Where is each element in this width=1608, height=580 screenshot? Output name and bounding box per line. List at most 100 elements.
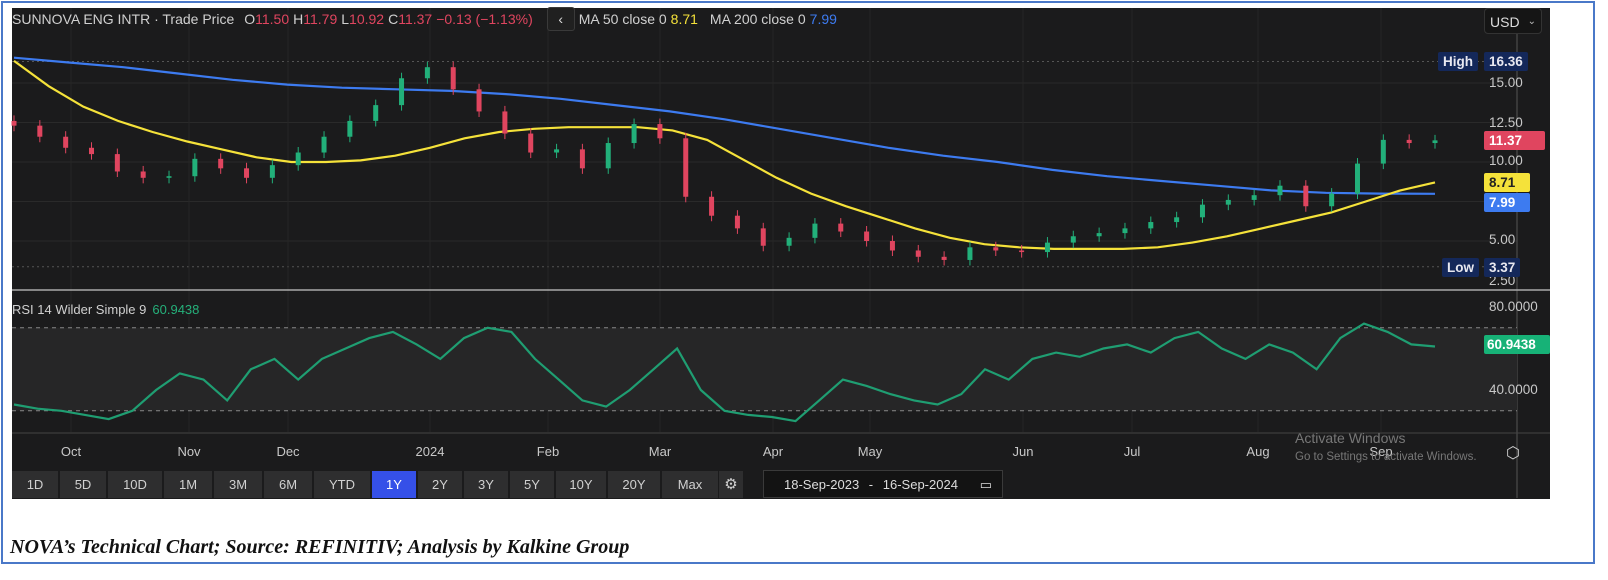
ma200-value: 7.99 [809, 11, 837, 27]
candle-body [218, 158, 224, 169]
time-tick: Jun [1012, 444, 1034, 459]
candle-body [1251, 195, 1257, 200]
time-tick: Feb [536, 444, 560, 459]
price-tick: 10.00 [1489, 153, 1523, 168]
candle-body [1044, 242, 1050, 253]
high-tag-value: 16.36 [1484, 52, 1528, 71]
range-button-1y[interactable]: 1Y [372, 471, 416, 498]
candle-body [89, 147, 95, 155]
ma50-line [13, 60, 1436, 250]
candle-body [476, 89, 482, 112]
rsi-label: RSI 14 Wilder Simple 9 [12, 302, 147, 317]
candle-body [1380, 139, 1386, 164]
candle-body [1096, 233, 1102, 237]
range-button-1d[interactable]: 1D [12, 471, 58, 498]
candle-body [1329, 193, 1335, 207]
candle-body [166, 176, 172, 178]
ma200-line [13, 56, 1436, 195]
candle-body [424, 67, 430, 79]
ma200-tag: 7.99 [1484, 193, 1530, 212]
change-value: −0.13 (−1.13%) [436, 11, 533, 27]
time-tick: Dec [276, 444, 300, 459]
time-tick: Jul [1123, 444, 1141, 459]
rsi-band [12, 327, 1517, 411]
candle-body [1019, 250, 1025, 253]
date-from: 18-Sep-2023 [784, 477, 860, 492]
gear-icon[interactable]: ⚙ [719, 471, 743, 498]
candle-body [941, 256, 947, 260]
figure-caption: NOVA’s Technical Chart; Source: REFINITI… [10, 536, 630, 558]
currency-select[interactable]: USD ⌄ [1484, 8, 1542, 34]
candle-body [1277, 185, 1283, 196]
candle-body [269, 165, 275, 178]
time-tick: May [857, 444, 883, 459]
low-label: L [341, 11, 350, 27]
date-to: 16-Sep-2024 [882, 477, 958, 492]
candle-body [709, 196, 715, 216]
candle-body [864, 231, 870, 241]
candle-body [605, 143, 611, 169]
candle-body [502, 111, 508, 134]
candle-body [967, 247, 973, 260]
candle-body [1406, 139, 1412, 144]
candle-body [734, 215, 740, 229]
candle-body [1070, 236, 1076, 243]
settings-icon[interactable]: ⬡ [1506, 443, 1520, 463]
candle-body [192, 158, 198, 177]
range-button-6m[interactable]: 6M [264, 471, 312, 498]
candle-body [760, 228, 766, 246]
candle-body [373, 105, 379, 121]
candle-body [244, 168, 250, 178]
ma50-value: 8.71 [670, 11, 698, 27]
candle-body [1148, 222, 1154, 229]
range-button-20y[interactable]: 20Y [608, 471, 660, 498]
candle-body [915, 250, 921, 257]
candle-body [114, 154, 120, 172]
watermark-subtitle: Go to Settings to activate Windows. [1295, 451, 1477, 463]
price-tick: 12.50 [1489, 115, 1523, 130]
time-tick: Oct [60, 444, 82, 459]
rsi-tick: 80.0000 [1489, 299, 1538, 314]
calendar-icon: ▭ [979, 477, 992, 492]
ma200-label: MA 200 close 0 [709, 11, 806, 27]
time-tick: Apr [762, 444, 784, 459]
close-value: 11.37 [398, 11, 433, 27]
rsi-value: 60.9438 [152, 302, 200, 317]
candle-body [1303, 185, 1309, 207]
range-button-2y[interactable]: 2Y [418, 471, 462, 498]
rsi-value-tag: 60.9438 [1484, 335, 1550, 354]
range-button-1m[interactable]: 1M [164, 471, 212, 498]
chevron-down-icon: ⌄ [1527, 16, 1536, 27]
candle-body [11, 120, 17, 126]
date-range-picker[interactable]: 18-Sep-2023 - 16-Sep-2024 ▭ [763, 470, 1003, 498]
candle-body [63, 136, 69, 148]
range-button-ytd[interactable]: YTD [314, 471, 370, 498]
ma50-label: MA 50 close 0 [578, 11, 667, 27]
candle-body [37, 125, 43, 137]
price-legend: SUNNOVA ENG INTR · Trade Price O 11.50 H1… [12, 7, 841, 31]
rsi-legend: RSI 14 Wilder Simple 9 60.9438 [12, 302, 199, 317]
range-button-3y[interactable]: 3Y [464, 471, 508, 498]
last-price-tag: 11.37 [1484, 131, 1545, 150]
range-button-10y[interactable]: 10Y [556, 471, 606, 498]
collapse-legend-button[interactable]: ‹ [546, 7, 575, 31]
candle-body [1354, 163, 1360, 194]
high-value: 11.79 [303, 11, 338, 27]
range-button-5d[interactable]: 5D [60, 471, 106, 498]
candle-body [993, 247, 999, 251]
candle-body [812, 223, 818, 238]
range-button-10d[interactable]: 10D [108, 471, 162, 498]
candle-body [399, 78, 405, 106]
candle-body [838, 223, 844, 232]
close-label: C [388, 11, 399, 27]
candle-body [889, 241, 895, 251]
candle-body [631, 124, 637, 144]
watermark-title: Activate Windows [1295, 430, 1406, 446]
range-button-3m[interactable]: 3M [214, 471, 262, 498]
candle-body [1432, 140, 1438, 144]
range-button-5y[interactable]: 5Y [510, 471, 554, 498]
range-button-max[interactable]: Max [662, 471, 718, 498]
candle-body [579, 149, 585, 169]
low-tag-label: Low [1442, 258, 1479, 277]
instrument-name: SUNNOVA ENG INTR · Trade Price [12, 11, 235, 27]
